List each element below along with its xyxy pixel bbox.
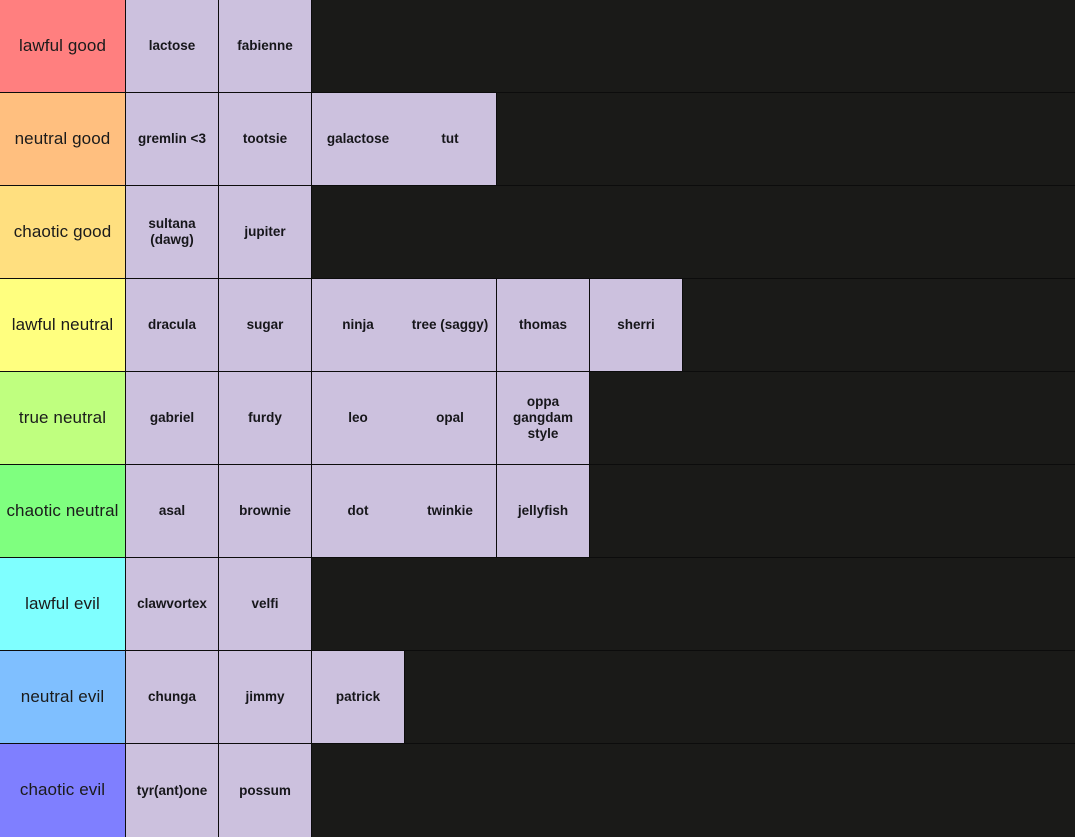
- tier-item-container[interactable]: gremlin <3 tootsie galactose tut: [126, 93, 1075, 185]
- tier-item[interactable]: lactose: [126, 0, 218, 92]
- tier-row: lawful evil clawvortex velfi: [0, 558, 1075, 651]
- tier-item[interactable]: chunga: [126, 651, 218, 743]
- tier-item-group: jellyfish: [497, 465, 590, 557]
- tier-item-group: tootsie: [219, 93, 312, 185]
- tier-item[interactable]: jimmy: [219, 651, 311, 743]
- tier-item[interactable]: galactose: [312, 93, 404, 185]
- tier-item-group: dracula: [126, 279, 219, 371]
- tier-item[interactable]: dot: [312, 465, 404, 557]
- tier-item[interactable]: patrick: [312, 651, 404, 743]
- tier-label[interactable]: chaotic good: [0, 186, 126, 278]
- tier-item-group: patrick: [312, 651, 405, 743]
- tier-item[interactable]: oppa gangdam style: [497, 372, 589, 464]
- tier-label[interactable]: lawful evil: [0, 558, 126, 650]
- tier-item-group: lactose: [126, 0, 219, 92]
- tier-row: chaotic good sultana (dawg) jupiter: [0, 186, 1075, 279]
- tier-item-group: ninja tree (saggy): [312, 279, 497, 371]
- tier-item-container[interactable]: dracula sugar ninja tree (saggy) thomas sherr…: [126, 279, 1075, 371]
- tier-row: chaotic evil tyr(ant)one possum: [0, 744, 1075, 837]
- tier-item-group: chunga: [126, 651, 219, 743]
- tier-item[interactable]: ninja: [312, 279, 404, 371]
- tier-item-group: leo opal: [312, 372, 497, 464]
- tier-item[interactable]: sherri: [590, 279, 682, 371]
- tier-item[interactable]: asal: [126, 465, 218, 557]
- tier-label[interactable]: lawful neutral: [0, 279, 126, 371]
- tier-item-group: dot twinkie: [312, 465, 497, 557]
- tier-item[interactable]: possum: [219, 744, 311, 837]
- tier-item-group: brownie: [219, 465, 312, 557]
- tier-item-group: oppa gangdam style: [497, 372, 590, 464]
- tier-item[interactable]: tut: [404, 93, 496, 185]
- tier-item-group: thomas: [497, 279, 590, 371]
- tier-row: neutral evil chunga jimmy patrick: [0, 651, 1075, 744]
- tier-item-group: sherri: [590, 279, 683, 371]
- tier-label[interactable]: lawful good: [0, 0, 126, 92]
- tier-item[interactable]: jupiter: [219, 186, 311, 278]
- tier-label[interactable]: chaotic evil: [0, 744, 126, 837]
- tier-row: chaotic neutral asal brownie dot twinkie jell…: [0, 465, 1075, 558]
- tier-item-group: jimmy: [219, 651, 312, 743]
- tier-item-container[interactable]: tyr(ant)one possum: [126, 744, 1075, 837]
- tier-item-group: asal: [126, 465, 219, 557]
- tier-item-container[interactable]: asal brownie dot twinkie jellyfish: [126, 465, 1075, 557]
- tier-item[interactable]: velfi: [219, 558, 311, 650]
- tier-item[interactable]: thomas: [497, 279, 589, 371]
- tier-item[interactable]: opal: [404, 372, 496, 464]
- tier-item-group: tyr(ant)one: [126, 744, 219, 837]
- tier-row: lawful neutral dracula sugar ninja tree (sag…: [0, 279, 1075, 372]
- tier-item-container[interactable]: clawvortex velfi: [126, 558, 1075, 650]
- tier-item-group: sultana (dawg): [126, 186, 219, 278]
- tier-item[interactable]: jellyfish: [497, 465, 589, 557]
- tier-item-group: gabriel: [126, 372, 219, 464]
- tier-item[interactable]: clawvortex: [126, 558, 218, 650]
- tier-item-group: possum: [219, 744, 312, 837]
- tier-item[interactable]: leo: [312, 372, 404, 464]
- tier-item-group: jupiter: [219, 186, 312, 278]
- tier-item[interactable]: tyr(ant)one: [126, 744, 218, 837]
- tier-item[interactable]: fabienne: [219, 0, 311, 92]
- tier-item[interactable]: twinkie: [404, 465, 496, 557]
- tier-item[interactable]: gremlin <3: [126, 93, 218, 185]
- tier-item-group: furdy: [219, 372, 312, 464]
- tier-item[interactable]: furdy: [219, 372, 311, 464]
- tier-item[interactable]: gabriel: [126, 372, 218, 464]
- tier-row: lawful good lactose fabienne: [0, 0, 1075, 93]
- tier-item[interactable]: dracula: [126, 279, 218, 371]
- tier-item[interactable]: brownie: [219, 465, 311, 557]
- tier-label[interactable]: true neutral: [0, 372, 126, 464]
- tier-item-group: clawvortex: [126, 558, 219, 650]
- tier-item-group: galactose tut: [312, 93, 497, 185]
- tier-item[interactable]: tootsie: [219, 93, 311, 185]
- tier-rows: lawful good lactose fabienne neutral good gr…: [0, 0, 1075, 837]
- tier-item-container[interactable]: chunga jimmy patrick: [126, 651, 1075, 743]
- tier-list: TiERMAKER lawful goodlactosefabienneneut…: [0, 0, 1075, 837]
- tier-label[interactable]: neutral evil: [0, 651, 126, 743]
- tier-item-container[interactable]: gabriel furdy leo opal oppa gangdam style: [126, 372, 1075, 464]
- tier-item[interactable]: tree (saggy): [404, 279, 496, 371]
- tier-item-container[interactable]: lactose fabienne: [126, 0, 1075, 92]
- tier-item-group: sugar: [219, 279, 312, 371]
- tier-label[interactable]: neutral good: [0, 93, 126, 185]
- tier-row: neutral good gremlin <3 tootsie galactose tu…: [0, 93, 1075, 186]
- tier-row: true neutral gabriel furdy leo opal oppa gang…: [0, 372, 1075, 465]
- tier-item[interactable]: sugar: [219, 279, 311, 371]
- tier-item-group: velfi: [219, 558, 312, 650]
- tier-item[interactable]: sultana (dawg): [126, 186, 218, 278]
- tier-item-group: fabienne: [219, 0, 312, 92]
- tier-label[interactable]: chaotic neutral: [0, 465, 126, 557]
- tier-item-container[interactable]: sultana (dawg) jupiter: [126, 186, 1075, 278]
- tier-item-group: gremlin <3: [126, 93, 219, 185]
